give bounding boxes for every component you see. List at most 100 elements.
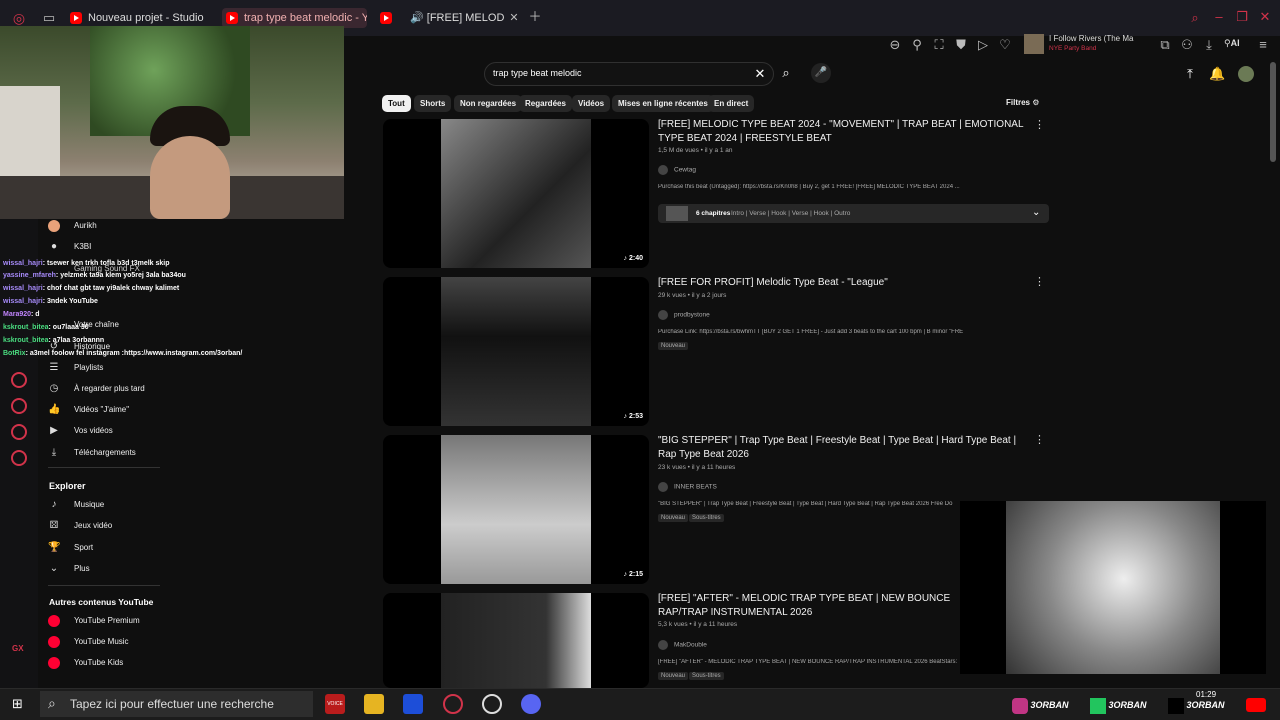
video-title[interactable]: [FREE] "AFTER" - MELODIC TRAP TYPE BEAT … <box>658 592 963 620</box>
ai-button[interactable]: ⚲AI <box>1224 38 1240 49</box>
scrollbar-thumb[interactable] <box>1270 62 1276 162</box>
video-description: [FREE] "AFTER" - MELODIC TRAP TYPE BEAT … <box>658 659 958 665</box>
divider <box>48 467 160 468</box>
new-tab-icon[interactable]: ＋ <box>528 10 542 24</box>
play-icon[interactable]: ▷ <box>976 38 990 52</box>
chip-regardees[interactable]: Regardées <box>519 95 572 112</box>
chat-text: : yelzmek ta9a klem yo5rej 3ala ba34ou <box>55 272 186 279</box>
now-playing-title[interactable]: I Follow Rivers (The Ma <box>1049 34 1141 43</box>
windows-start-icon[interactable]: ⊞ <box>12 697 26 711</box>
video-title[interactable]: [FREE] MELODIC TYPE BEAT 2024 - "MOVEMEN… <box>658 118 1028 146</box>
chip-tout[interactable]: Tout <box>382 95 411 112</box>
chat-user: kskrout_bitea <box>3 324 49 331</box>
chip-shorts[interactable]: Shorts <box>414 95 452 112</box>
search-input[interactable]: trap type beat melodic <box>493 68 582 78</box>
video-thumbnail[interactable] <box>383 593 649 688</box>
search-icon[interactable]: ⌕ <box>779 66 793 80</box>
upload-icon[interactable]: ⤒ <box>1183 67 1197 81</box>
search-tabs-icon[interactable]: ⌕ <box>1188 11 1202 25</box>
chapters-panel[interactable]: 6 chapitres Intro | Verse | Hook | Verse… <box>658 204 1049 223</box>
maximize-icon[interactable]: ❐ <box>1235 10 1249 24</box>
brand-label: 3ORBAN <box>1030 700 1069 710</box>
search-box[interactable]: trap type beat melodic ✕ <box>484 62 774 86</box>
taskbar-clock[interactable]: 01:29 <box>1196 690 1216 699</box>
close-window-icon[interactable]: ✕ <box>1258 10 1272 24</box>
video-thumbnail[interactable]: ♪ 2:53 <box>383 277 649 426</box>
youtube-premium-icon <box>48 615 60 627</box>
video-title[interactable]: "BIG STEPPER" | Trap Type Beat | Freesty… <box>658 434 1028 462</box>
sidebar-label: YouTube Premium <box>74 616 140 625</box>
section-title-autres: Autres contenus YouTube <box>49 597 154 607</box>
tab-manager-icon[interactable]: ▭ <box>42 11 56 25</box>
chevron-down-icon[interactable]: ⌄ <box>1032 207 1040 218</box>
opera-gx-icon[interactable] <box>443 694 463 714</box>
webcam-person <box>150 136 230 219</box>
video-icon: ▶ <box>50 425 58 436</box>
video-duration: ♪ 2:15 <box>624 571 643 578</box>
filters-label: Filtres <box>1006 98 1031 107</box>
voice-label: VOICE <box>327 701 343 707</box>
tab-search[interactable]: trap type beat melodic - Yo <box>222 8 367 28</box>
badge-nouveau: Nouveau <box>658 342 689 350</box>
voicemeeter-icon[interactable]: VOICE <box>325 694 345 714</box>
gx-opera-icon[interactable] <box>11 372 27 388</box>
tab-studio[interactable]: Nouveau projet - Studio <box>66 8 216 28</box>
file-explorer-icon[interactable] <box>364 694 384 714</box>
playlist-icon: ☰ <box>49 362 59 373</box>
gx-extensions-icon[interactable] <box>11 424 27 440</box>
channel-link[interactable]: MakDouble <box>658 640 707 650</box>
sidebar-label: Téléchargements <box>74 448 136 457</box>
now-playing-artist: NYE Party Band <box>1049 45 1097 52</box>
speaker-icon: 🔊 <box>410 12 424 24</box>
menu-icon[interactable]: ≡ <box>1256 38 1270 52</box>
gx-history-icon[interactable] <box>11 398 27 414</box>
channel-link[interactable]: Cewtag <box>658 165 696 175</box>
chip-videos[interactable]: Vidéos <box>572 95 611 112</box>
gx-settings-icon[interactable] <box>11 450 27 466</box>
zoom-out-icon[interactable]: ⊖ <box>888 38 902 52</box>
account-avatar[interactable] <box>1238 66 1254 82</box>
badge-nouveau: Nouveau <box>658 672 689 680</box>
video-title[interactable]: [FREE FOR PROFIT] Melodic Type Beat - "L… <box>658 276 1028 290</box>
notifications-bell-icon[interactable]: 🔔 <box>1209 67 1225 81</box>
download-icon[interactable]: ⤓ <box>1202 38 1216 52</box>
snapshot-icon[interactable]: ⛶ <box>932 38 946 52</box>
video-thumbnail[interactable]: ♪ 2:15 <box>383 435 649 584</box>
ai-icon: ⚲ <box>1224 38 1231 48</box>
extensions-icon[interactable]: ⧉ <box>1158 38 1172 52</box>
chat-text: : a3mel foolow fel instagram :https://ww… <box>25 350 243 357</box>
discord-icon[interactable] <box>521 694 541 714</box>
channel-link[interactable]: INNER BEATS <box>658 482 717 492</box>
chip-non-regardees[interactable]: Non regardées <box>454 95 523 112</box>
heart-icon[interactable]: ♡ <box>998 38 1012 52</box>
chat-user: BotRix <box>3 350 26 357</box>
sidebar-label: Jeux vidéo <box>74 521 113 530</box>
tab-video[interactable]: 🔊 [FREE] MELODIC T <box>376 8 504 28</box>
obs-icon[interactable] <box>482 694 502 714</box>
chip-recent-uploads[interactable]: Mises en ligne récentes <box>612 95 714 112</box>
profile-icon[interactable]: ⚇ <box>1180 38 1194 52</box>
youtube-studio-icon <box>70 12 82 24</box>
microphone-icon[interactable]: 🎤 <box>811 63 831 83</box>
trophy-icon: 🏆 <box>48 542 61 553</box>
chapters-count: 6 chapitres <box>696 210 731 217</box>
opera-gx-logo-icon[interactable]: ◎ <box>12 11 26 25</box>
video-thumbnail[interactable]: ♪ 2:40 <box>383 119 649 268</box>
more-options-icon[interactable]: ⋮ <box>1034 433 1045 446</box>
taskbar-search[interactable]: ⌕ Tapez ici pour effectuer une recherche <box>40 691 313 717</box>
channel-link[interactable]: prodbystone <box>658 310 710 320</box>
more-options-icon[interactable]: ⋮ <box>1034 118 1045 131</box>
chip-en-direct[interactable]: En direct <box>708 95 755 112</box>
store-icon[interactable] <box>403 694 423 714</box>
filters-button[interactable]: Filtres ⚙ <box>1006 98 1039 107</box>
thumbnail-image <box>441 593 591 688</box>
clear-search-icon[interactable]: ✕ <box>753 67 767 81</box>
youtube-icon <box>380 12 392 24</box>
duration-text: 2:53 <box>628 413 643 420</box>
close-tab-icon[interactable]: ✕ <box>507 11 521 25</box>
more-options-icon[interactable]: ⋮ <box>1034 275 1045 288</box>
shield-icon[interactable]: ⛊ <box>954 38 968 52</box>
pin-icon[interactable]: ⚲ <box>910 38 924 52</box>
minimize-icon[interactable]: – <box>1212 10 1226 24</box>
channel-name: Cewtag <box>674 166 697 174</box>
